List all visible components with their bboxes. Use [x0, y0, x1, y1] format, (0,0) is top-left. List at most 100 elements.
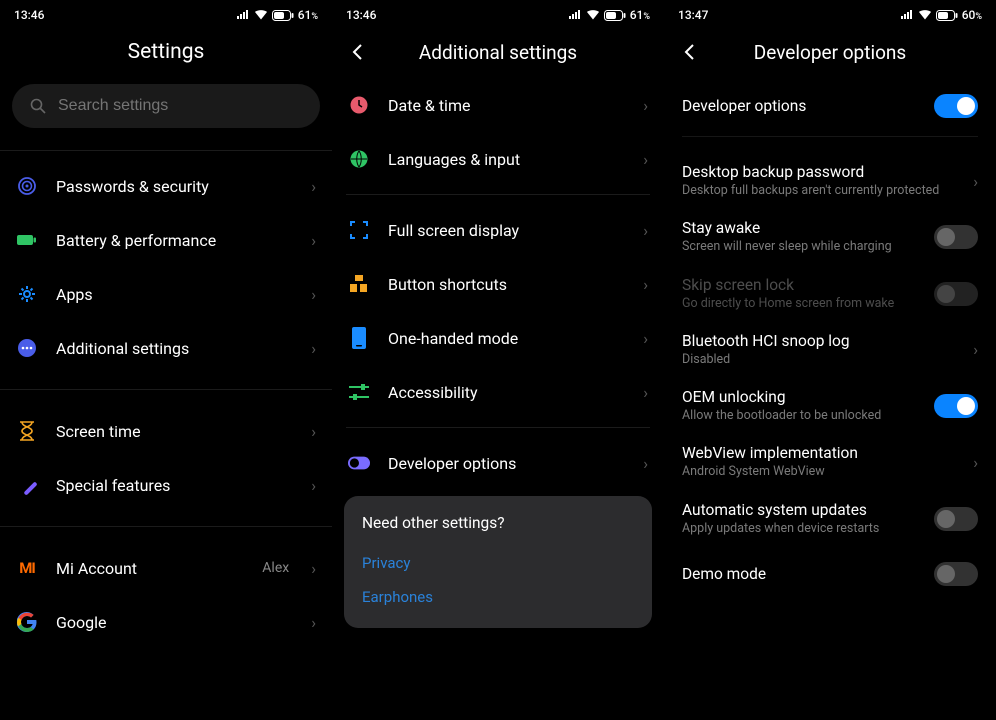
page-title: Settings	[128, 40, 205, 64]
settings-row-google[interactable]: Google ›	[0, 595, 332, 649]
settings-row-miaccount[interactable]: MI Mi Account Alex ›	[0, 541, 332, 595]
phone-icon	[348, 327, 370, 349]
row-title: Developer options	[682, 97, 922, 115]
sliders-icon	[348, 381, 370, 403]
battery-perf-icon	[16, 229, 38, 251]
battery-icon	[272, 10, 294, 21]
row-sub: Android System WebView	[682, 464, 961, 480]
dev-toggle-icon	[348, 452, 370, 474]
battery-icon	[604, 10, 626, 21]
row-label: Mi Account	[56, 559, 244, 578]
row-label: Apps	[56, 285, 293, 304]
row-label: Developer options	[388, 454, 625, 473]
toggle-switch[interactable]	[934, 562, 978, 586]
status-indicators: 61%	[236, 8, 318, 22]
row-label: Full screen display	[388, 221, 625, 240]
link-privacy[interactable]: Privacy	[362, 546, 634, 580]
shield-icon	[16, 175, 38, 197]
dev-row-auto-updates[interactable]: Automatic system updates Apply updates w…	[664, 491, 996, 547]
chevron-right-icon: ›	[311, 231, 316, 250]
settings-row-additional[interactable]: Additional settings ›	[0, 321, 332, 375]
signal-icon	[236, 10, 250, 20]
row-datetime[interactable]: Date & time ›	[332, 78, 664, 132]
row-onehanded[interactable]: One-handed mode ›	[332, 311, 664, 365]
status-time: 13:46	[14, 8, 44, 22]
settings-row-apps[interactable]: Apps ›	[0, 267, 332, 321]
mi-logo-icon: MI	[16, 557, 38, 579]
page-header: Additional settings	[332, 26, 664, 78]
battery-icon	[936, 10, 958, 21]
chevron-right-icon: ›	[311, 613, 316, 632]
settings-row-passwords[interactable]: Passwords & security ›	[0, 159, 332, 213]
battery-percent: 61%	[630, 8, 650, 22]
search-input[interactable]	[58, 97, 302, 115]
row-label: Screen time	[56, 422, 293, 441]
row-label: Special features	[56, 476, 293, 495]
clock-icon	[348, 94, 370, 116]
chevron-right-icon: ›	[643, 454, 648, 473]
status-indicators: 61%	[568, 8, 650, 22]
page-header: Settings	[0, 26, 332, 78]
dev-row-stay-awake[interactable]: Stay awake Screen will never sleep while…	[664, 209, 996, 265]
toggle-switch[interactable]	[934, 225, 978, 249]
dev-row-oem-unlock[interactable]: OEM unlocking Allow the bootloader to be…	[664, 378, 996, 434]
search-box[interactable]	[12, 84, 320, 128]
row-title: Skip screen lock	[682, 276, 922, 294]
toggle-switch[interactable]	[934, 507, 978, 531]
dev-row-backup-password[interactable]: Desktop backup password Desktop full bac…	[664, 153, 996, 209]
row-developer-options[interactable]: Developer options ›	[332, 436, 664, 490]
status-bar: 13:47 60%	[664, 0, 996, 26]
row-sub: Apply updates when device restarts	[682, 521, 922, 537]
dev-row-demo-mode[interactable]: Demo mode	[664, 547, 996, 601]
chevron-right-icon: ›	[311, 177, 316, 196]
chevron-right-icon: ›	[311, 339, 316, 358]
wifi-icon	[254, 10, 268, 20]
chevron-right-icon: ›	[311, 285, 316, 304]
blocks-icon	[348, 273, 370, 295]
row-button-shortcuts[interactable]: Button shortcuts ›	[332, 257, 664, 311]
chevron-right-icon: ›	[643, 96, 648, 115]
status-indicators: 60%	[900, 8, 982, 22]
row-accessibility[interactable]: Accessibility ›	[332, 365, 664, 419]
link-earphones[interactable]: Earphones	[362, 580, 634, 614]
wifi-icon	[918, 10, 932, 20]
status-bar: 13:46 61%	[0, 0, 332, 26]
chevron-right-icon: ›	[311, 476, 316, 495]
toggle-switch	[934, 282, 978, 306]
row-title: Bluetooth HCI snoop log	[682, 332, 961, 350]
chevron-right-icon: ›	[643, 329, 648, 348]
row-sub: Desktop full backups aren't currently pr…	[682, 183, 961, 199]
row-title: WebView implementation	[682, 444, 961, 462]
row-sub: Disabled	[682, 352, 961, 368]
status-time: 13:47	[678, 8, 708, 22]
dev-row-webview[interactable]: WebView implementation Android System We…	[664, 434, 996, 490]
row-fullscreen[interactable]: Full screen display ›	[332, 203, 664, 257]
card-title: Need other settings?	[362, 514, 634, 532]
settings-row-screentime[interactable]: Screen time ›	[0, 404, 332, 458]
google-logo-icon	[16, 611, 38, 633]
hourglass-icon	[16, 420, 38, 442]
settings-row-battery[interactable]: Battery & performance ›	[0, 213, 332, 267]
row-label: Button shortcuts	[388, 275, 625, 294]
row-label: Accessibility	[388, 383, 625, 402]
row-label: Date & time	[388, 96, 625, 115]
toggle-switch[interactable]	[934, 94, 978, 118]
row-title: OEM unlocking	[682, 388, 922, 406]
row-label: Languages & input	[388, 150, 625, 169]
chevron-right-icon: ›	[311, 559, 316, 578]
page-header: Developer options	[664, 26, 996, 78]
wand-icon	[16, 474, 38, 496]
back-button[interactable]	[678, 40, 702, 64]
dev-row-bt-snoop[interactable]: Bluetooth HCI snoop log Disabled ›	[664, 322, 996, 378]
row-sub: Go directly to Home screen from wake	[682, 296, 922, 312]
row-languages[interactable]: Languages & input ›	[332, 132, 664, 186]
settings-row-special[interactable]: Special features ›	[0, 458, 332, 512]
wifi-icon	[586, 10, 600, 20]
back-button[interactable]	[346, 40, 370, 64]
battery-percent: 61%	[298, 8, 318, 22]
dev-master-toggle[interactable]: Developer options	[664, 78, 996, 134]
toggle-switch[interactable]	[934, 394, 978, 418]
row-value: Alex	[262, 560, 289, 576]
dev-row-skip-lock: Skip screen lock Go directly to Home scr…	[664, 266, 996, 322]
chevron-right-icon: ›	[973, 340, 978, 359]
